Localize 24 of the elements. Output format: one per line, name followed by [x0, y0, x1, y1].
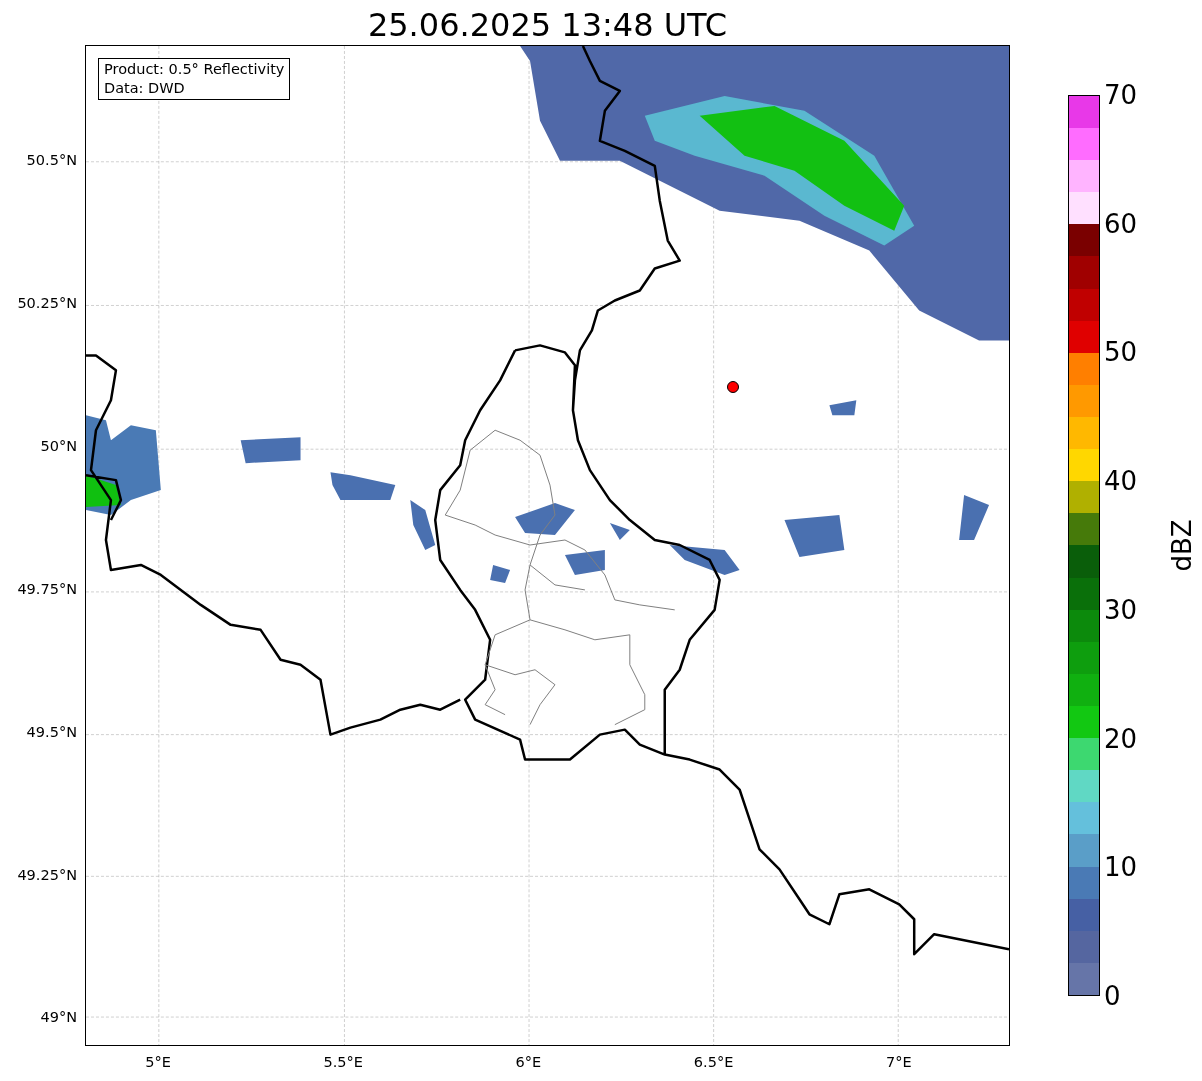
- info-text: Data: DWD: [104, 79, 186, 98]
- scale-tick-label: 0: [1104, 982, 1121, 1010]
- y-tick-label: 49°N: [40, 1008, 77, 1028]
- y-tick-label: 50.25°N: [17, 294, 77, 313]
- scale-tick-label: 60: [1104, 209, 1138, 238]
- scale-tick-label: 40: [1104, 467, 1138, 496]
- scale-tick-label: 70: [1104, 81, 1138, 109]
- x-tick-label: 7°E: [886, 1053, 912, 1072]
- y-tick-label: 50°N: [40, 436, 77, 456]
- x-tick-label: 6.5°E: [693, 1053, 734, 1072]
- scale-tick-label: 20: [1104, 724, 1138, 753]
- x-tick-label: 6°E: [515, 1053, 542, 1072]
- colorbar-label: dBZ: [1165, 519, 1198, 572]
- y-tick-label: 49.25°N: [17, 865, 77, 885]
- scale-tick-label: 30: [1104, 595, 1138, 624]
- y-tick-label: 49.5°N: [26, 722, 77, 742]
- y-tick-label: 49.75°N: [17, 579, 77, 599]
- info-text: Product: 0.5° Reflectivity: [104, 60, 285, 79]
- scale-tick-label: 10: [1104, 853, 1138, 882]
- x-tick-label: 5°E: [145, 1053, 171, 1072]
- y-tick-label: 50.5°N: [26, 151, 77, 171]
- chart-title: 25.06.2025 13:48 UTC: [366, 5, 729, 45]
- x-tick-label: 5.5°E: [323, 1053, 363, 1072]
- scale-tick-label: 50: [1104, 338, 1138, 367]
